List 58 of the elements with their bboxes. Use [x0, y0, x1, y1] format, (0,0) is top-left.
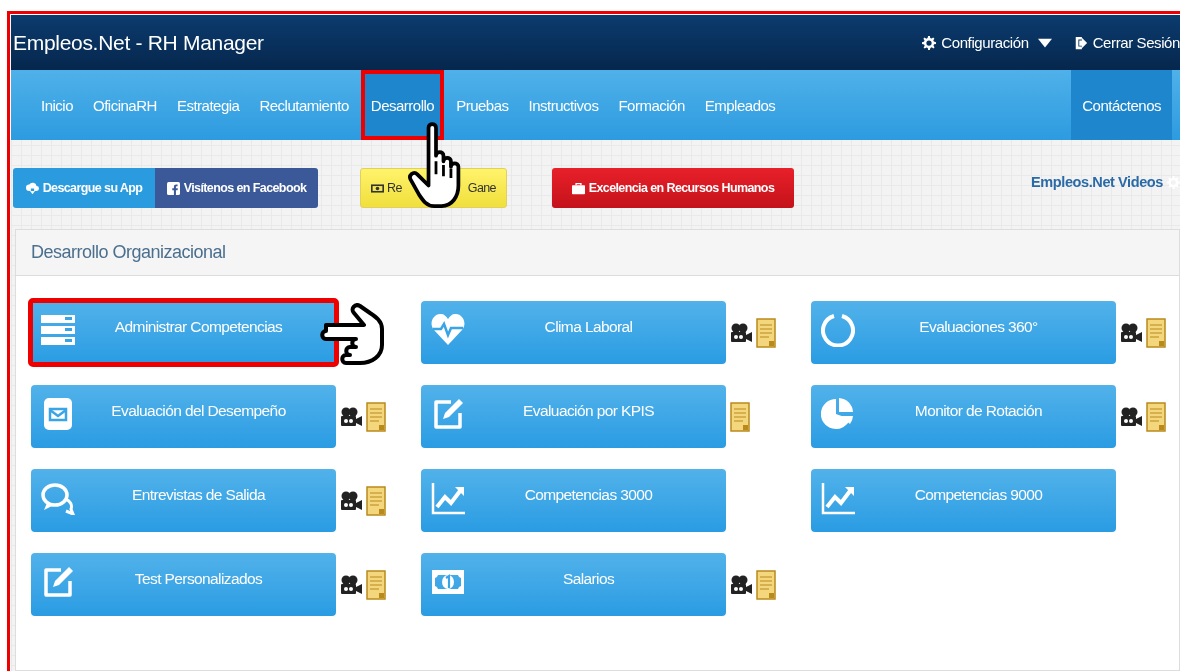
document-icon	[366, 569, 386, 600]
contact-link[interactable]: Contáctenos	[1071, 70, 1172, 140]
edit-icon	[431, 397, 465, 431]
line-chart-icon	[431, 481, 465, 515]
document-icon	[730, 401, 750, 432]
app-title: Empleos.Net - RH Manager	[13, 30, 264, 55]
heartbeat-icon	[431, 313, 465, 347]
module-button[interactable]: Entrevistas de Salida	[31, 469, 336, 532]
pie-chart-icon	[821, 397, 855, 431]
video-camera-icon	[1120, 406, 1142, 427]
envelope-icon	[41, 397, 75, 431]
module-button[interactable]: Evaluaciones 360°	[811, 301, 1116, 364]
menu-link[interactable]: Configuración	[922, 34, 1052, 51]
module-button[interactable]: Competencias 9000	[811, 469, 1116, 532]
nav-tab[interactable]: Empleados	[694, 70, 786, 140]
video-camera-icon	[340, 574, 362, 595]
document-icon	[366, 401, 386, 432]
module-button[interactable]: Monitor de Rotación	[811, 385, 1116, 448]
module-button[interactable]: Evaluación del Desempeño	[31, 385, 336, 448]
menu-link[interactable]: Cerrar Sesión	[1073, 34, 1180, 51]
nav-tab[interactable]: Estrategia	[166, 70, 250, 140]
nav-tab[interactable]: OficinaRH	[83, 70, 167, 140]
line-chart-icon	[821, 481, 855, 515]
module-button[interactable]: Salarios	[421, 553, 726, 616]
banknote-icon	[371, 181, 384, 195]
module-button[interactable]: Administrar Competencias	[31, 301, 336, 364]
panel-title: Desarrollo Organizacional	[31, 242, 226, 263]
server-icon	[41, 313, 75, 347]
chat-bubbles-icon	[41, 481, 75, 515]
document-icon	[1146, 317, 1166, 348]
video-camera-icon	[1120, 322, 1142, 343]
ring-icon	[821, 313, 855, 347]
module-button[interactable]: Competencias 3000	[421, 469, 726, 532]
video-camera-icon	[340, 490, 362, 511]
module-button[interactable]: Test Personalizados	[31, 553, 336, 616]
document-icon	[1146, 401, 1166, 432]
facebook-icon	[166, 181, 180, 195]
sign-out-icon	[1073, 35, 1088, 50]
action-button[interactable]: Visítenos en Facebook	[155, 168, 318, 208]
briefcase-icon	[571, 181, 585, 195]
nav-tab[interactable]: Instructivos	[518, 70, 609, 140]
document-icon	[366, 485, 386, 516]
module-button[interactable]: Evaluación por KPIS	[421, 385, 726, 448]
nav-tab[interactable]: Reclutamiento	[249, 70, 359, 140]
videos-link[interactable]: Empleos.Net Videos	[1031, 174, 1180, 190]
document-icon	[756, 569, 776, 600]
action-button[interactable]: Excelencia en Recursos Humanos	[551, 168, 794, 208]
nav-tab[interactable]: Formación	[608, 70, 695, 140]
edit-icon	[41, 565, 75, 599]
nav-tab[interactable]: Inicio	[31, 70, 84, 140]
video-camera-icon	[730, 322, 752, 343]
cloud-download-icon	[25, 181, 39, 195]
document-icon	[756, 317, 776, 348]
video-camera-icon	[730, 574, 752, 595]
action-button[interactable]: Descargue su App	[13, 168, 155, 208]
video-camera-icon	[340, 406, 362, 427]
nav-tab[interactable]: Pruebas	[446, 70, 519, 140]
module-button[interactable]: Clima Laboral	[421, 301, 726, 364]
